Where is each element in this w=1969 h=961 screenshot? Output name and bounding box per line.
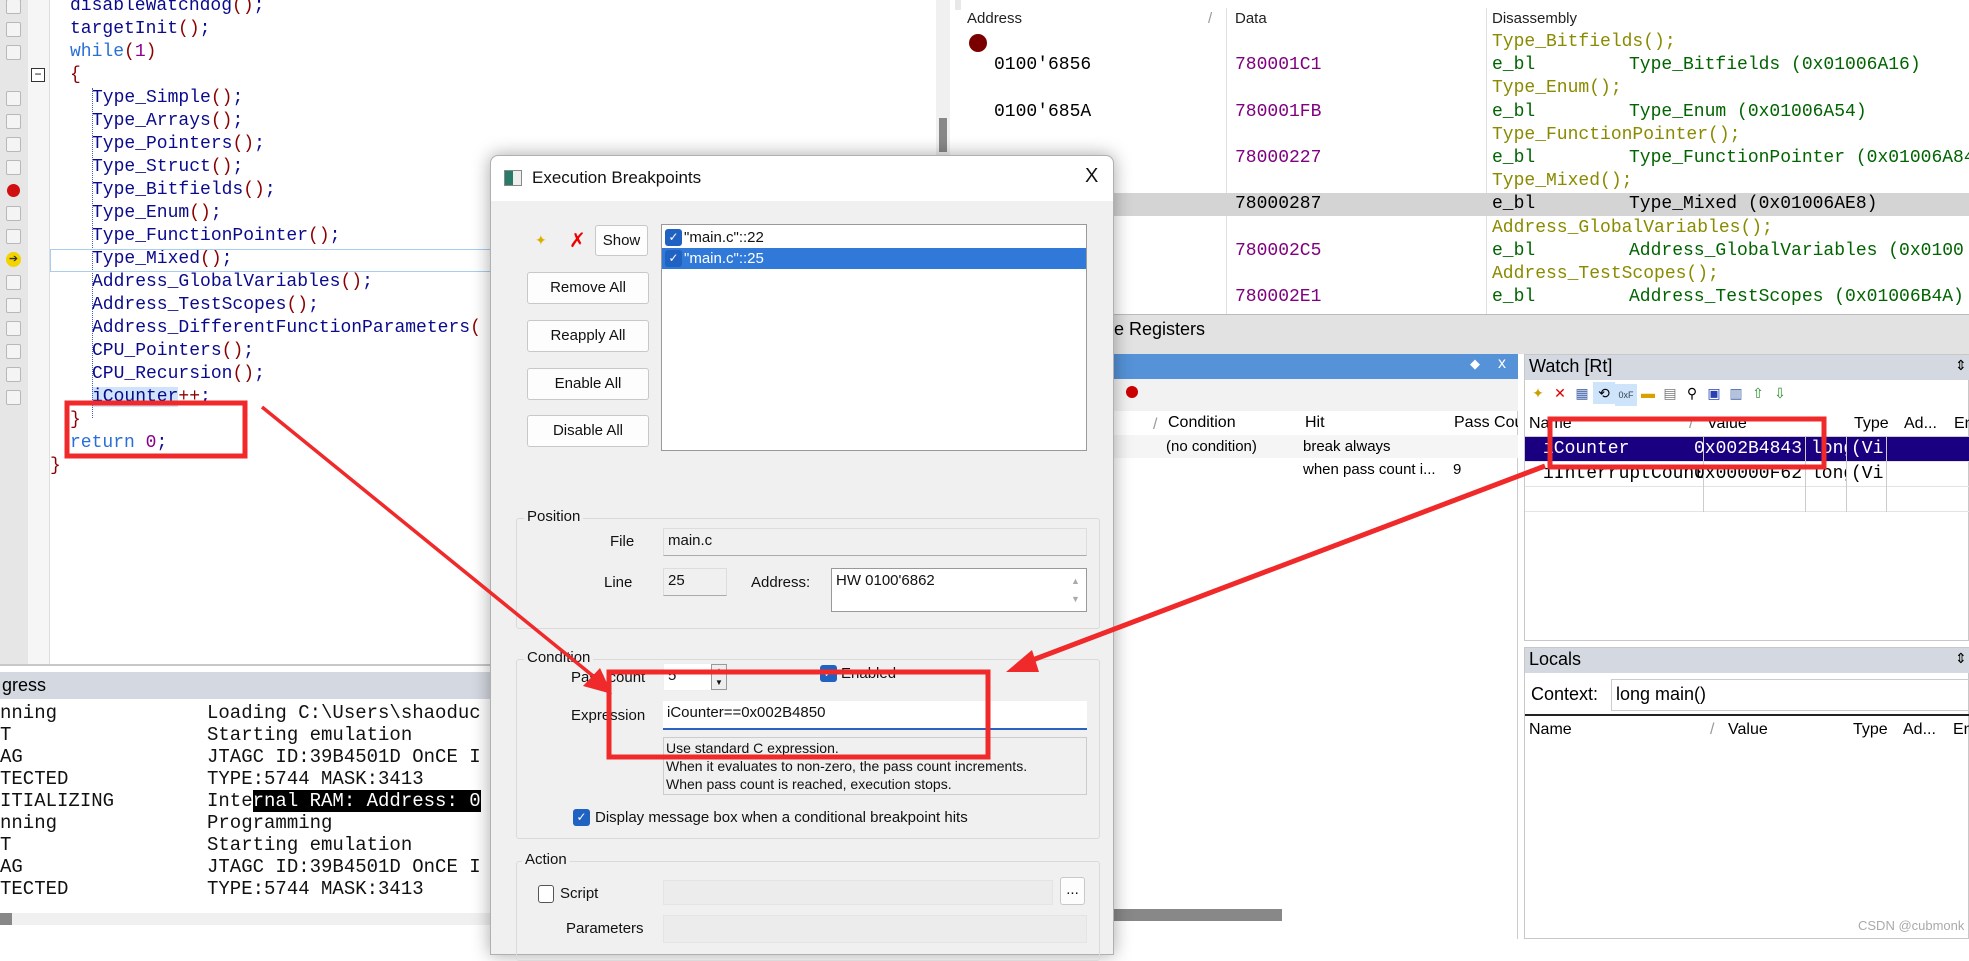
arrowhead-icon [1006,650,1039,672]
arrow-line [260,405,600,682]
annotation-overlay [64,400,1827,760]
highlight-box-expression [606,669,991,760]
highlight-box-code [64,400,248,459]
watermark: CSDN @cubmonk [1858,918,1965,933]
highlight-box-watch [1547,416,1827,470]
arrow-line [1021,463,1546,667]
